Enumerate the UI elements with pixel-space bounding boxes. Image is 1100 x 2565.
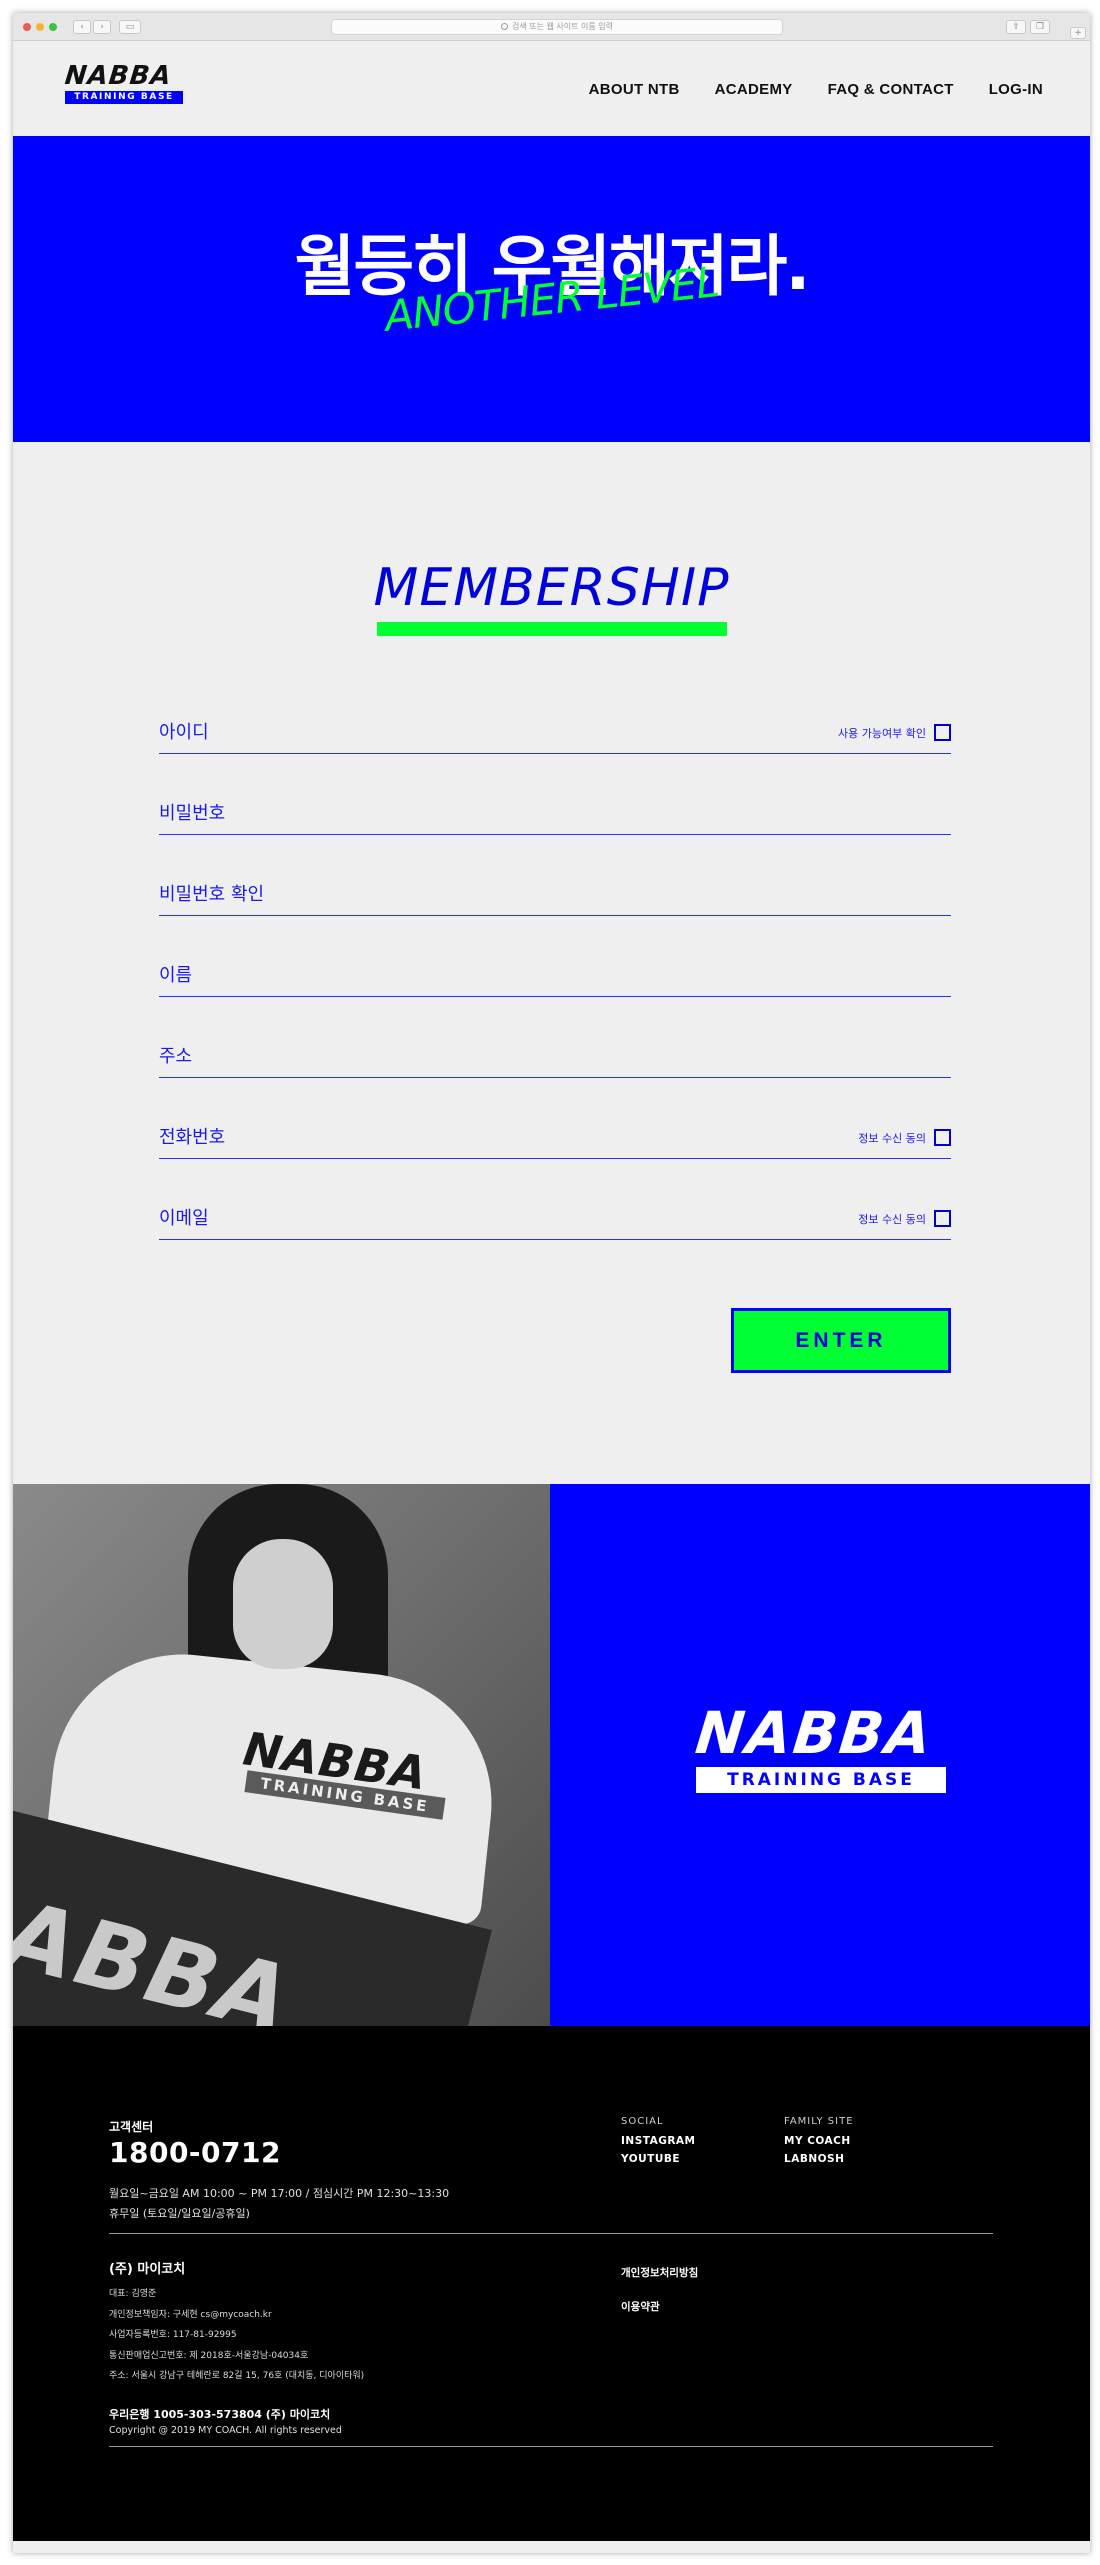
brand-subtitle: TRAINING BASE [696,1767,946,1793]
info-ecommerce-number: 통신판매업신고번호: 제 2018호-서울강남-04034호 [109,2350,309,2361]
address-field[interactable]: 주소 [159,1038,951,1078]
field-label: 아이디 [159,722,209,743]
brand-wordmark: NABBA [692,1699,937,1767]
field-label: 전화번호 [159,1127,226,1148]
sidebar-toggle-icon[interactable]: ▭ [119,20,141,34]
field-label: 비밀번호 [159,803,226,824]
privacy-policy-link[interactable]: 개인정보처리방침 [621,2256,698,2290]
mycoach-link[interactable]: MY COACH [784,2135,854,2147]
terms-link[interactable]: 이용약관 [621,2290,698,2324]
email-field[interactable]: 이메일 정보 수신 동의 [159,1200,951,1240]
hours-weekday: 월요일~금요일 AM 10:00 ~ PM 17:00 / 점심시간 PM 12… [109,2187,450,2200]
new-tab-button[interactable]: + [1070,27,1086,39]
tabs-icon[interactable]: ❐ [1030,20,1050,34]
nav-faq-contact[interactable]: FAQ & CONTACT [828,81,954,98]
info-business-number: 사업자등록번호: 117-81-92995 [109,2330,237,2340]
logo-wordmark: NABBA [63,61,174,91]
business-hours: 월요일~금요일 AM 10:00 ~ PM 17:00 / 점심시간 PM 12… [109,2184,449,2224]
membership-title: MEMBERSHIP [373,558,730,618]
zoom-window-button[interactable] [49,23,57,31]
info-ceo: 대표: 김영준 [109,2289,157,2299]
checkbox[interactable] [934,724,951,741]
family-heading: FAMILY SITE [784,2116,854,2127]
check-label: 정보 수신 동의 [858,1131,926,1145]
browser-window: ‹ › ▭ 검색 또는 웹 사이트 이름 입력 ⇧ ❐ + NABBA TRAI… [13,13,1090,2553]
bank-account: 우리은행 1005-303-573804 (주) 마이코치 [109,2408,331,2421]
email-consent-check[interactable]: 정보 수신 동의 [858,1210,951,1227]
nav-academy[interactable]: ACADEMY [715,81,793,98]
enter-button[interactable]: ENTER [731,1308,951,1373]
instagram-link[interactable]: INSTAGRAM [621,2135,696,2147]
policy-links: 개인정보처리방침 이용약관 [621,2256,698,2324]
family-site-links: FAMILY SITE MY COACH LABNOSH [784,2116,854,2171]
social-links: SOCIAL INSTAGRAM YOUTUBE [621,2116,696,2171]
search-icon [500,23,508,30]
photo-face [233,1539,333,1669]
forward-button[interactable]: › [93,20,111,34]
id-field[interactable]: 아이디 사용 가능여부 확인 [159,714,951,754]
copyright: Copyright @ 2019 MY COACH. All rights re… [109,2425,342,2436]
check-label: 사용 가능여부 확인 [838,726,926,740]
field-label: 이름 [159,965,193,986]
address-placeholder: 검색 또는 웹 사이트 이름 입력 [511,22,614,31]
youtube-link[interactable]: YOUTUBE [621,2153,696,2165]
logo-subtitle: TRAINING BASE [65,91,183,104]
info-privacy-officer: 개인정보책임자: 구세현 cs@mycoach.kr [109,2309,272,2320]
password-confirm-field[interactable]: 비밀번호 확인 [159,876,951,916]
share-icon[interactable]: ⇧ [1006,20,1026,34]
site-logo[interactable]: NABBA TRAINING BASE [63,61,185,104]
customer-center-phone: 1800-0712 [109,2136,281,2169]
customer-center-label: 고객센터 [109,2120,154,2134]
brand-panel: NABBA TRAINING BASE [550,1484,1090,2026]
address-bar[interactable]: 검색 또는 웹 사이트 이름 입력 [331,19,783,35]
promo-section: NABBA TRAINING BASE ABBA NABBA TRAINING … [13,1484,1090,2026]
footer-bottom-divider [109,2446,993,2447]
phone-consent-check[interactable]: 정보 수신 동의 [858,1129,951,1146]
browser-toolbar: ‹ › ▭ 검색 또는 웹 사이트 이름 입력 ⇧ ❐ + [13,13,1090,41]
model-photo: NABBA TRAINING BASE ABBA [13,1484,550,2026]
nav-about[interactable]: ABOUT NTB [589,81,680,98]
checkbox[interactable] [934,1129,951,1146]
footer-divider [109,2233,993,2234]
membership-form: MEMBERSHIP 아이디 사용 가능여부 확인 비밀번호 비밀번호 확인 이… [13,442,1090,1484]
main-nav: ABOUT NTB ACADEMY FAQ & CONTACT LOG-IN [589,81,1043,98]
id-availability-check[interactable]: 사용 가능여부 확인 [838,724,951,741]
field-label: 비밀번호 확인 [159,884,265,905]
site-header: NABBA TRAINING BASE ABOUT NTB ACADEMY FA… [13,41,1090,136]
nav-login[interactable]: LOG-IN [989,81,1043,98]
field-label: 주소 [159,1046,193,1067]
info-address: 주소: 서울시 강남구 테헤란로 82길 15, 76호 (대치동, 디아이타워… [109,2371,365,2381]
title-underline [377,622,727,636]
back-button[interactable]: ‹ [73,20,91,34]
close-window-button[interactable] [23,23,31,31]
field-label: 이메일 [159,1208,209,1229]
password-field[interactable]: 비밀번호 [159,795,951,835]
company-info: 대표: 김영준 개인정보책임자: 구세현 cs@mycoach.kr 사업자등록… [109,2284,364,2387]
social-heading: SOCIAL [621,2116,664,2127]
company-name: (주) 마이코치 [109,2262,186,2277]
site-footer: 고객센터 1800-0712 월요일~금요일 AM 10:00 ~ PM 17:… [13,2026,1090,2541]
checkbox[interactable] [934,1210,951,1227]
hero-banner: 월등히 우월해져라. ANOTHER LEVEL [13,136,1090,442]
labnosh-link[interactable]: LABNOSH [784,2153,854,2165]
name-field[interactable]: 이름 [159,957,951,997]
check-label: 정보 수신 동의 [858,1212,926,1226]
minimize-window-button[interactable] [36,23,44,31]
hours-holiday: 휴무일 (토요일/일요일/공휴일) [109,2207,250,2220]
phone-field[interactable]: 전화번호 정보 수신 동의 [159,1119,951,1159]
